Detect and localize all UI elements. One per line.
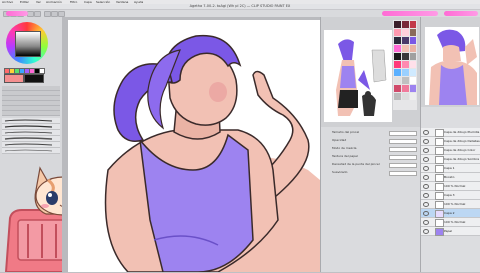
layer-thumbnail bbox=[435, 201, 444, 209]
property-row[interactable]: Suavizado bbox=[332, 170, 417, 176]
property-row[interactable]: Tamaño del pincel bbox=[332, 130, 417, 136]
eye-icon[interactable] bbox=[423, 202, 429, 207]
header-accent-bar bbox=[444, 11, 478, 16]
property-row[interactable]: Textura del papel bbox=[332, 154, 417, 160]
navigator-preview[interactable] bbox=[324, 30, 392, 122]
brush-list bbox=[2, 118, 60, 154]
property-row[interactable]: Modo de mezcla bbox=[332, 146, 417, 152]
layer-row[interactable]: Boceto bbox=[421, 173, 480, 182]
header-accent-bar bbox=[6, 11, 28, 16]
layer-thumbnail bbox=[435, 174, 444, 182]
sub-view-image bbox=[425, 27, 479, 105]
layer-row[interactable]: Capa de dibujo Sombra bbox=[421, 155, 480, 164]
eye-icon[interactable] bbox=[423, 193, 429, 198]
layer-row[interactable]: Capa 3 bbox=[421, 191, 480, 200]
eye-icon[interactable] bbox=[423, 229, 429, 234]
layer-thumbnail bbox=[435, 228, 444, 236]
layer-row[interactable]: 100 % Normal bbox=[421, 200, 480, 209]
eye-icon[interactable] bbox=[423, 220, 429, 225]
window-title: Agetha 7-00-2. toAgi (Wh pl 2C) — CLIP S… bbox=[189, 4, 291, 8]
layer-row[interactable]: Capa de dibujo Color base bbox=[421, 146, 480, 160]
layer-thumbnail bbox=[435, 165, 444, 173]
layer-row[interactable]: 100 % Normal bbox=[421, 182, 480, 191]
color-set-palette bbox=[393, 20, 417, 110]
eye-icon[interactable] bbox=[423, 211, 429, 216]
sub-view-panel bbox=[420, 17, 480, 107]
brush-item[interactable] bbox=[2, 148, 60, 154]
layer-row[interactable]: Papel bbox=[421, 227, 480, 236]
property-row[interactable]: Opacidad bbox=[332, 138, 417, 144]
layer-row[interactable]: Capa de dibujo Plumilla bbox=[421, 128, 480, 137]
drawing-canvas[interactable] bbox=[68, 20, 320, 273]
layer-row[interactable]: 100 % Normal bbox=[421, 218, 480, 227]
layer-row[interactable]: Capa 1 bbox=[421, 164, 480, 173]
artwork bbox=[104, 34, 320, 273]
eye-icon[interactable] bbox=[423, 148, 429, 153]
palette-grid bbox=[394, 21, 416, 100]
main-color-chip[interactable] bbox=[4, 74, 24, 83]
navigator-thumbnail bbox=[336, 39, 387, 116]
color-swatches bbox=[4, 68, 58, 83]
layer-thumbnail bbox=[435, 210, 444, 218]
layer-row-selected[interactable]: Capa 2 bbox=[421, 209, 480, 218]
eye-icon[interactable] bbox=[423, 166, 429, 171]
eye-icon[interactable] bbox=[423, 175, 429, 180]
color-square[interactable] bbox=[15, 31, 41, 57]
layer-thumbnail bbox=[435, 156, 444, 164]
header-accent-bar bbox=[382, 11, 438, 16]
eye-icon[interactable] bbox=[423, 157, 429, 162]
layer-thumbnail bbox=[435, 192, 444, 200]
sub-color-chip[interactable] bbox=[24, 74, 44, 83]
layer-row[interactable]: Capa de dibujo Detalles bbox=[421, 137, 480, 146]
layer-thumbnail bbox=[435, 147, 444, 155]
layer-thumbnail bbox=[435, 138, 444, 146]
layer-thumbnail bbox=[435, 129, 444, 137]
layer-thumbnail bbox=[435, 183, 444, 191]
tool-item[interactable] bbox=[2, 111, 60, 116]
property-row[interactable]: Densidad de la punta del pincel bbox=[332, 162, 417, 168]
tool-list bbox=[2, 86, 60, 116]
eye-icon[interactable] bbox=[423, 184, 429, 189]
layer-thumbnail bbox=[435, 219, 444, 227]
eye-icon[interactable] bbox=[423, 130, 429, 135]
eye-icon[interactable] bbox=[423, 139, 429, 144]
